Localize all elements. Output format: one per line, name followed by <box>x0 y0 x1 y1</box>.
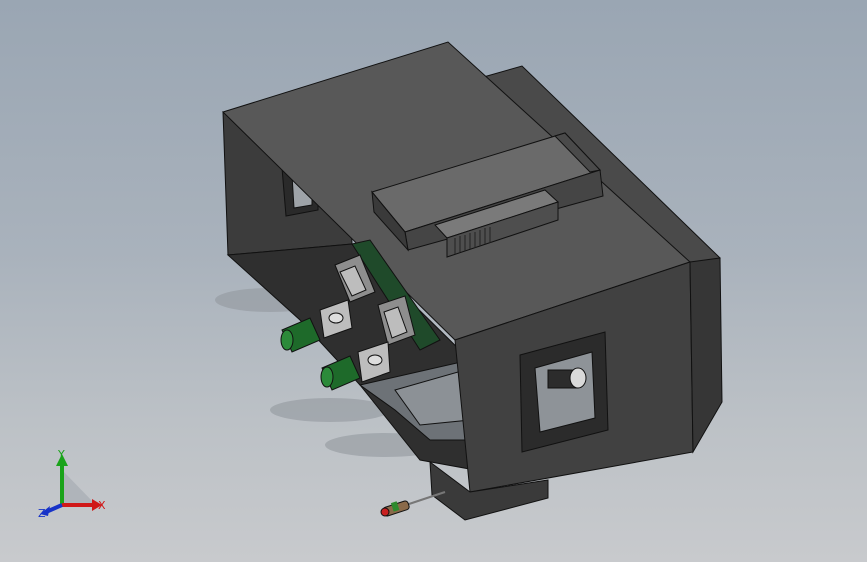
triad-plane-icon <box>62 470 96 505</box>
graphics-viewport[interactable]: Y X Z <box>0 0 867 562</box>
z-axis-label: Z <box>38 507 46 520</box>
y-axis-label: Y <box>57 448 65 461</box>
coordinate-triad: Y X Z <box>38 448 106 520</box>
x-axis-label: X <box>98 499 106 512</box>
